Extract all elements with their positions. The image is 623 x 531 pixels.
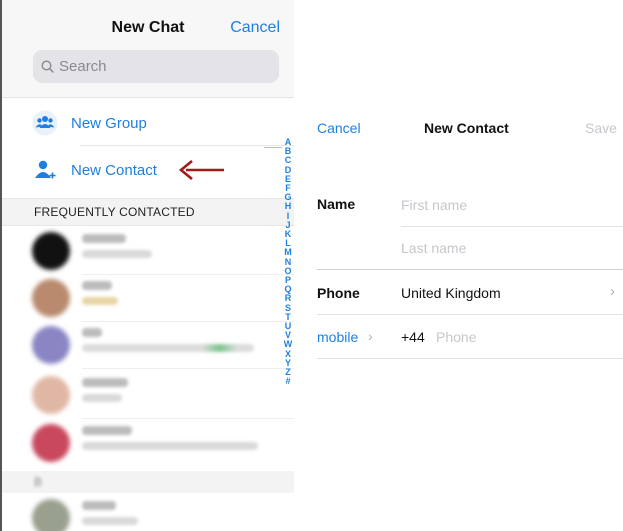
avatar xyxy=(32,376,70,414)
frequently-contacted-label: FREQUENTLY CONTACTED xyxy=(34,205,195,219)
alphabet-index[interactable]: A B C D E F G H I J K L M N O P Q R S T U V W X Y Z # xyxy=(281,137,294,386)
annotation-arrow-icon xyxy=(178,159,224,181)
phone-type-selector[interactable]: mobile xyxy=(317,329,358,345)
search-placeholder: Search xyxy=(59,58,107,75)
new-group-label: New Group xyxy=(71,114,147,132)
contact-row[interactable] xyxy=(32,228,294,275)
contact-name-blurred xyxy=(82,501,116,510)
contact-row[interactable] xyxy=(32,322,294,369)
country-code: +44 xyxy=(401,329,425,345)
phone-label: Phone xyxy=(317,285,360,301)
search-field[interactable]: Search xyxy=(33,50,279,83)
new-chat-header: New Chat Cancel Search xyxy=(2,0,294,98)
contact-name-blurred xyxy=(82,378,128,387)
row-divider xyxy=(82,418,294,419)
avatar xyxy=(32,279,70,317)
phone-number-field[interactable]: Phone xyxy=(436,329,476,345)
contact-status-blurred xyxy=(82,297,118,305)
contact-name-blurred xyxy=(82,328,102,337)
group-icon xyxy=(32,110,58,136)
row-divider xyxy=(82,368,294,369)
contact-status-blurred xyxy=(82,250,152,258)
index-marker-line xyxy=(264,147,282,148)
avatar xyxy=(32,424,70,462)
new-chat-panel: New Chat Cancel Search New Group New Con… xyxy=(0,0,294,531)
section-divider xyxy=(317,269,623,270)
field-divider xyxy=(317,358,623,359)
contact-name-blurred xyxy=(82,281,112,290)
contact-name-blurred xyxy=(82,426,132,435)
contact-status-blurred xyxy=(82,517,138,525)
last-name-field[interactable]: Last name xyxy=(401,240,466,256)
add-contact-icon xyxy=(35,160,56,179)
section-header-b: B xyxy=(2,471,294,493)
new-contact-label: New Contact xyxy=(71,161,157,179)
contact-row[interactable] xyxy=(32,372,294,419)
row-divider xyxy=(80,145,294,146)
avatar xyxy=(32,326,70,364)
contact-row[interactable] xyxy=(32,495,272,531)
avatar xyxy=(32,232,70,270)
new-contact-panel: Cancel New Contact Save Name First name … xyxy=(300,100,623,380)
new-group-row[interactable]: New Group xyxy=(32,110,147,136)
avatar xyxy=(32,499,70,531)
contact-row[interactable] xyxy=(32,275,294,322)
contact-row[interactable] xyxy=(32,420,272,464)
new-contact-cancel-button[interactable]: Cancel xyxy=(317,120,361,136)
contact-status-blurred xyxy=(82,394,122,402)
section-b-label: B xyxy=(34,475,43,489)
index-letter[interactable]: # xyxy=(281,377,294,386)
contact-status-blurred xyxy=(82,344,254,352)
chevron-right-icon: › xyxy=(610,283,615,300)
new-contact-row[interactable]: New Contact xyxy=(32,157,157,183)
search-icon xyxy=(41,60,54,73)
contact-status-blurred xyxy=(82,442,258,450)
new-chat-cancel-button[interactable]: Cancel xyxy=(230,19,280,37)
field-divider xyxy=(401,226,623,227)
save-button[interactable]: Save xyxy=(585,120,617,136)
contact-name-blurred xyxy=(82,234,126,243)
chevron-right-icon: › xyxy=(368,328,373,344)
field-divider xyxy=(317,314,623,315)
frequently-contacted-header: FREQUENTLY CONTACTED xyxy=(2,198,294,226)
first-name-field[interactable]: First name xyxy=(401,197,467,213)
name-label: Name xyxy=(317,196,356,212)
country-selector[interactable]: United Kingdom xyxy=(401,285,501,301)
new-contact-title: New Contact xyxy=(424,120,509,136)
